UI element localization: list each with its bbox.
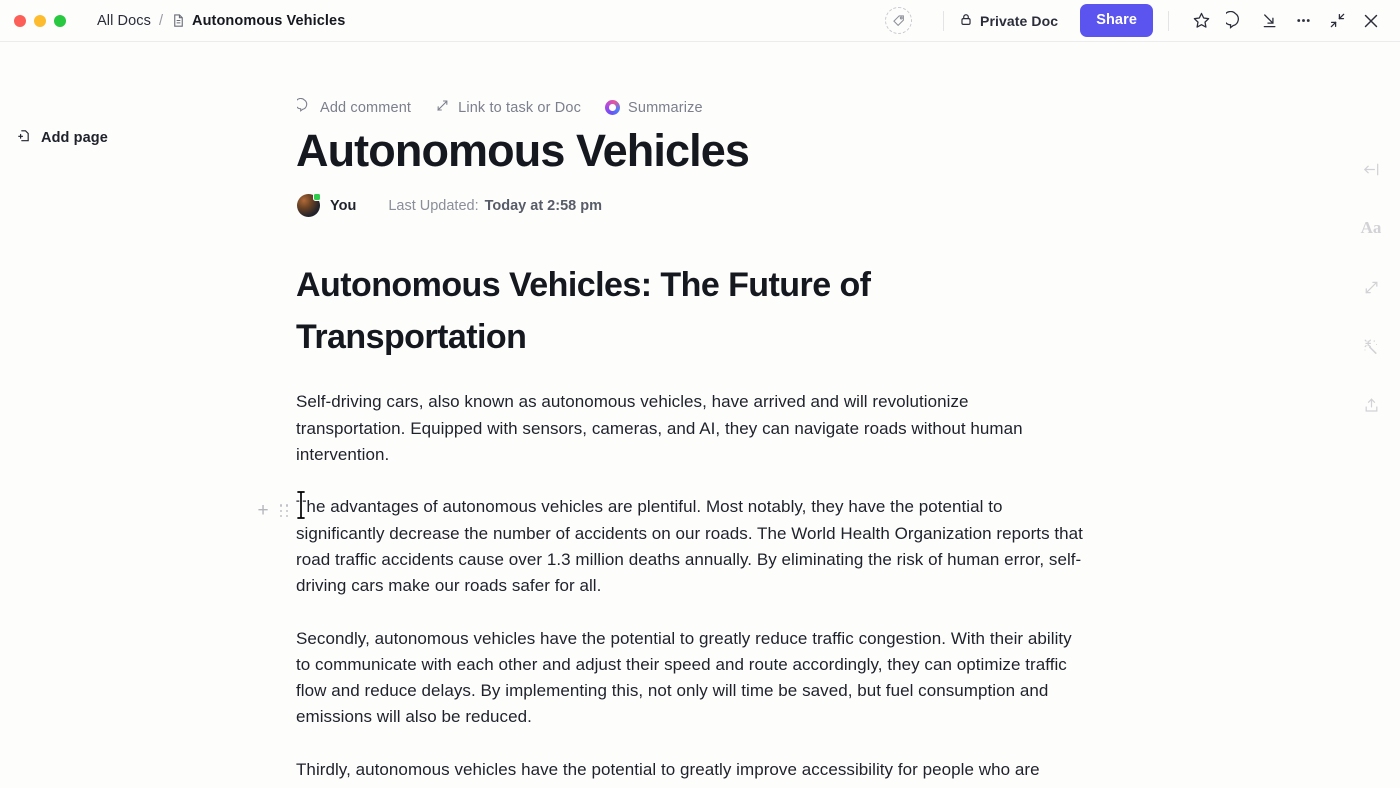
add-comment-button[interactable]: Add comment [295, 97, 412, 117]
doc-meta: You Last Updated: Today at 2:58 pm [297, 193, 1342, 218]
add-comment-label: Add comment [320, 99, 412, 116]
link-to-task-button[interactable]: Link to task or Doc [435, 98, 581, 117]
doc-action-bar: Add comment Link to task or Doc Summariz… [295, 97, 1342, 117]
breadcrumb: All Docs / Autonomous Vehicles [97, 13, 345, 29]
toolbar-divider-1 [943, 10, 945, 31]
paragraph-4[interactable]: Thirdly, autonomous vehicles have the po… [296, 757, 1086, 788]
paragraph-2[interactable]: The advantages of autonomous vehicles ar… [296, 494, 1086, 599]
typography-icon[interactable]: Aa [1356, 213, 1386, 243]
relationships-icon[interactable] [1356, 272, 1386, 302]
drag-handle-icon[interactable] [280, 504, 290, 518]
meta-updated-label: Last Updated: [388, 197, 479, 214]
download-icon[interactable] [1252, 4, 1286, 38]
left-sidebar: Add page [0, 42, 232, 788]
comment-icon[interactable] [1218, 4, 1252, 38]
paragraph-2-block: + The advantages of autonomous vehicles … [257, 490, 1342, 599]
right-rail: Aa [1342, 42, 1400, 788]
collapse-panel-icon[interactable] [1356, 154, 1386, 184]
add-page-label: Add page [41, 130, 108, 146]
ai-sparkle-icon [605, 100, 621, 115]
paragraph-3[interactable]: Secondly, autonomous vehicles have the p… [296, 626, 1086, 731]
breadcrumb-current-doc[interactable]: Autonomous Vehicles [192, 13, 345, 29]
breadcrumb-all-docs[interactable]: All Docs [97, 13, 151, 29]
avatar[interactable] [297, 193, 321, 218]
window-controls [14, 14, 66, 27]
close-icon[interactable] [1354, 4, 1388, 38]
ellipsis-icon[interactable] [1286, 4, 1320, 38]
privacy-label: Private Doc [980, 12, 1059, 29]
summarize-label: Summarize [628, 99, 703, 116]
header-toolbar: Private Doc Share [885, 0, 1388, 42]
doc-heading[interactable]: Autonomous Vehicles: The Future of Trans… [296, 259, 936, 363]
tag-icon[interactable] [885, 7, 913, 34]
share-button[interactable]: Share [1080, 4, 1153, 37]
comment-icon [295, 97, 312, 117]
window-zoom-button[interactable] [54, 14, 66, 27]
window-close-button[interactable] [14, 14, 26, 27]
meta-author: You [330, 197, 357, 214]
link-to-task-label: Link to task or Doc [458, 99, 582, 116]
breadcrumb-separator: / [158, 12, 164, 29]
meta-updated-value: Today at 2:58 pm [484, 197, 602, 214]
online-status-dot [313, 193, 321, 202]
add-block-button[interactable]: + [255, 501, 271, 520]
collapse-icon[interactable] [1320, 4, 1354, 38]
link-lightning-icon [435, 98, 450, 117]
doc-icon [171, 13, 186, 28]
page-plus-icon [16, 128, 32, 148]
add-page-button[interactable]: Add page [16, 128, 232, 148]
lock-icon [959, 12, 973, 30]
window-minimize-button[interactable] [34, 14, 46, 27]
page-title[interactable]: Autonomous Vehicles [296, 125, 1342, 176]
share-export-icon[interactable] [1356, 390, 1386, 420]
document-canvas: Add comment Link to task or Doc Summariz… [232, 42, 1342, 788]
privacy-status[interactable]: Private Doc [959, 12, 1058, 30]
summarize-button[interactable]: Summarize [605, 100, 703, 116]
star-icon[interactable] [1184, 4, 1218, 38]
toolbar-divider-2 [1168, 10, 1169, 31]
window-titlebar: All Docs / Autonomous Vehicles Private D [0, 0, 1400, 42]
ai-wand-icon[interactable] [1356, 331, 1386, 361]
paragraph-1[interactable]: Self-driving cars, also known as autonom… [296, 389, 1076, 468]
